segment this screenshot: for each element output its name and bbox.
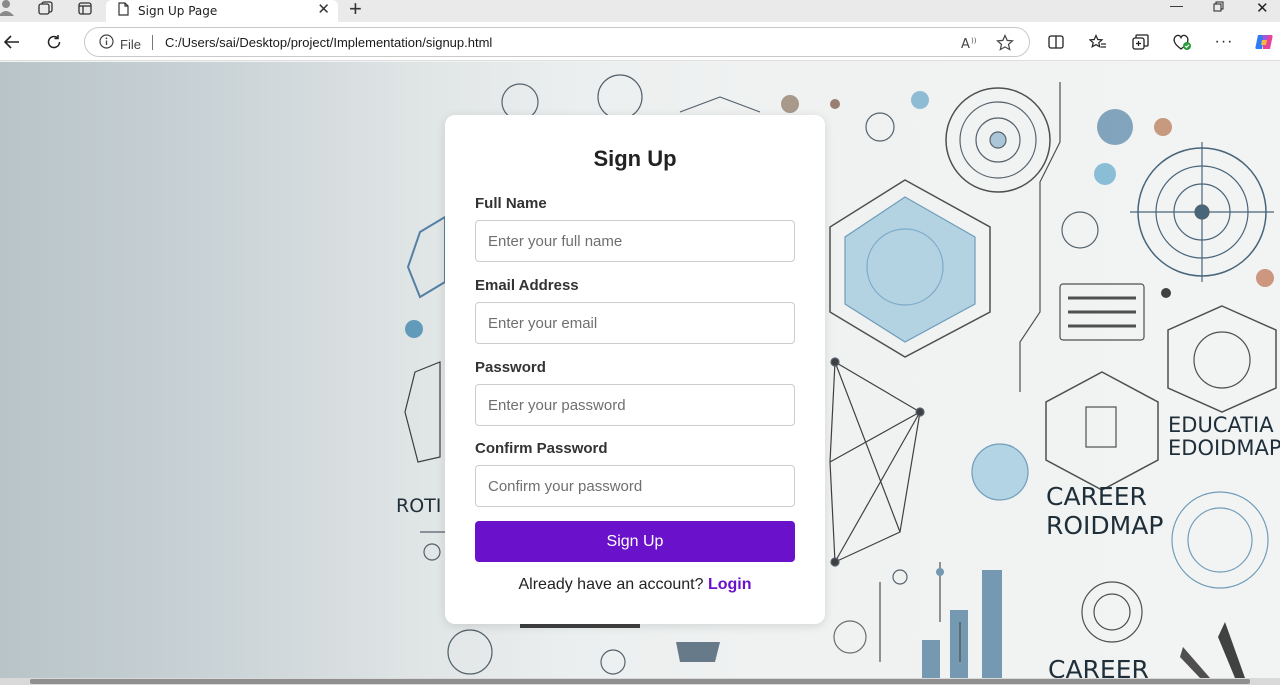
bg-word-edoidmap: EDOIDMAP xyxy=(1168,436,1280,460)
close-window-icon[interactable]: ✕ xyxy=(1256,0,1269,17)
refresh-icon[interactable] xyxy=(42,30,66,54)
login-prompt: Already have an account? Login xyxy=(445,576,825,594)
navigation-bar: File C:/Users/sai/Desktop/project/Implem… xyxy=(0,22,1280,61)
url-text[interactable]: C:/Users/sai/Desktop/project/Implementat… xyxy=(165,35,492,50)
tab-close-icon[interactable]: ✕ xyxy=(317,0,330,18)
scrollbar-thumb[interactable] xyxy=(30,679,1250,684)
full-name-label: Full Name xyxy=(475,195,547,212)
favorites-icon[interactable] xyxy=(1087,31,1109,53)
back-icon[interactable] xyxy=(0,30,24,54)
horizontal-scrollbar[interactable] xyxy=(0,678,1280,685)
workspaces-icon[interactable] xyxy=(36,0,54,16)
read-aloud-icon[interactable]: A)) xyxy=(961,33,979,53)
bg-word-roidmap: ROIDMAP xyxy=(1046,511,1163,540)
svg-text:A: A xyxy=(961,37,970,51)
copilot-icon[interactable] xyxy=(1253,31,1275,53)
site-info-button[interactable]: File xyxy=(99,34,141,54)
full-name-input[interactable] xyxy=(475,220,795,262)
collections-icon[interactable] xyxy=(1129,31,1151,53)
tab-bar: Sign Up Page ✕ + — ✕ xyxy=(0,0,1280,22)
login-link[interactable]: Login xyxy=(708,576,752,593)
tab-title: Sign Up Page xyxy=(138,4,218,18)
split-screen-icon[interactable] xyxy=(1045,31,1067,53)
page-viewport: EDUCATIA EDOIDMAP CAREER ROIDMAP CAREER … xyxy=(0,62,1280,678)
info-icon xyxy=(99,34,114,54)
tab-actions-icon[interactable] xyxy=(76,0,94,16)
login-prompt-text: Already have an account? xyxy=(518,576,704,593)
minimize-icon[interactable]: — xyxy=(1170,0,1183,13)
email-label: Email Address xyxy=(475,277,579,294)
page-title: Sign Up xyxy=(593,146,677,171)
address-bar[interactable]: File C:/Users/sai/Desktop/project/Implem… xyxy=(84,27,1030,57)
signup-button[interactable]: Sign Up xyxy=(475,521,795,562)
bg-word-career: CAREER xyxy=(1046,482,1147,511)
email-input[interactable] xyxy=(475,302,795,344)
favorite-star-icon[interactable] xyxy=(996,33,1014,53)
password-label: Password xyxy=(475,359,546,376)
restore-icon[interactable] xyxy=(1213,0,1224,15)
security-label: File xyxy=(120,36,141,52)
bg-word-educatia: EDUCATIA xyxy=(1168,413,1274,437)
bg-word-roti: ROTI xyxy=(396,495,441,517)
address-divider xyxy=(152,35,153,50)
tab-active[interactable]: Sign Up Page ✕ xyxy=(106,0,338,22)
svg-text:)): )) xyxy=(971,37,977,45)
more-options-icon[interactable]: ··· xyxy=(1213,31,1235,53)
new-tab-icon[interactable]: + xyxy=(349,0,362,22)
confirm-password-input[interactable] xyxy=(475,465,795,507)
profile-icon[interactable] xyxy=(0,0,16,16)
page-icon xyxy=(118,1,129,21)
browser-essentials-icon[interactable] xyxy=(1171,31,1193,53)
confirm-password-label: Confirm Password xyxy=(475,440,608,457)
signup-card: Sign Up Full Name Email Address Password… xyxy=(445,115,825,624)
bg-word-career-bottom: CAREER xyxy=(1048,655,1149,678)
password-input[interactable] xyxy=(475,384,795,426)
